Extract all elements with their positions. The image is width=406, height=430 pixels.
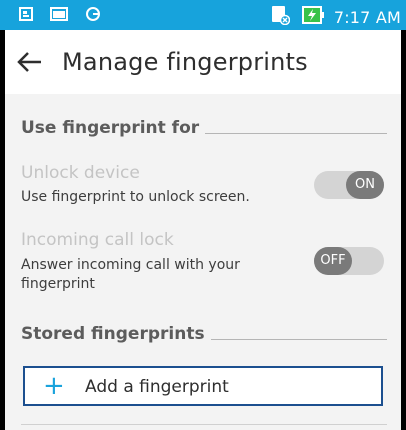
back-arrow-icon[interactable] — [15, 49, 45, 75]
settings-content: Use fingerprint for Unlock device Use fi… — [5, 94, 401, 430]
image-icon — [50, 6, 68, 26]
setting-subtitle-line2: fingerprint — [21, 276, 95, 292]
status-bar-right-icons: 7:17 AM — [270, 5, 401, 29]
status-time: 7:17 AM — [333, 7, 401, 27]
add-fingerprint-label: Add a fingerprint — [85, 377, 229, 397]
sync-icon — [84, 6, 102, 26]
setting-subtitle: Use fingerprint to unlock screen. — [21, 189, 250, 205]
sim-icon — [18, 6, 34, 26]
battery-charging-icon — [301, 6, 326, 28]
section-title: Stored fingerprints — [21, 324, 205, 344]
section-divider — [210, 338, 387, 340]
add-fingerprint-button[interactable]: + Add a fingerprint — [23, 366, 383, 406]
call-lock-toggle[interactable]: OFF — [314, 247, 384, 275]
plus-icon: + — [43, 371, 65, 401]
toggle-knob: ON — [346, 171, 384, 199]
section-header-use-for: Use fingerprint for — [21, 118, 387, 138]
app-bar: Manage fingerprints — [5, 30, 401, 94]
screen: Manage fingerprints Use fingerprint for … — [5, 30, 401, 430]
status-bar-left-icons — [18, 6, 118, 26]
status-bar: 7:17 AM — [0, 0, 406, 30]
toggle-knob: OFF — [314, 247, 352, 275]
section-header-stored: Stored fingerprints — [21, 324, 387, 344]
divider — [21, 424, 387, 425]
section-divider — [205, 132, 387, 134]
no-sim-icon — [270, 5, 291, 29]
setting-title: Unlock device — [21, 163, 140, 183]
section-title: Use fingerprint for — [21, 118, 200, 138]
setting-subtitle-line1: Answer incoming call with your — [21, 257, 240, 273]
unlock-toggle[interactable]: ON — [314, 171, 384, 199]
setting-title: Incoming call lock — [21, 230, 174, 250]
page-title: Manage fingerprints — [62, 48, 308, 76]
